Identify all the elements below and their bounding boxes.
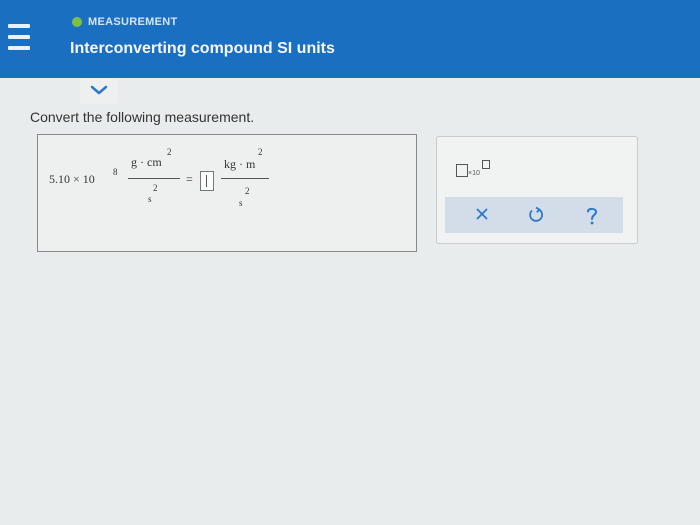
given-denominator-unit: s [148,194,152,204]
action-bar [445,197,623,233]
sci-notation-label: ×10 [468,170,480,177]
given-numerator-exponent: 2 [167,147,172,157]
coefficient: 5.10 × 10 [49,172,95,186]
answer-box [37,134,417,252]
topic-label: MEASUREMENT [88,16,178,28]
chevron-down-icon [90,85,108,95]
coefficient-exponent: 8 [113,167,118,177]
sci-notation-exponent-icon [482,160,490,169]
given-denominator-exponent: 2 [153,183,158,193]
collapse-button[interactable] [80,78,118,104]
question-prompt: Convert the following measurement. [30,109,255,125]
equals-sign: = [186,172,193,186]
topic-row: MEASUREMENT [72,16,177,28]
topic-status-dot [72,17,82,27]
help-question-icon[interactable] [585,206,599,226]
sci-notation-base-icon [456,164,468,177]
given-fraction-bar [128,178,180,179]
tool-panel: ×10 [436,136,638,244]
target-denominator-exponent: 2 [245,186,250,196]
hamburger-menu-icon[interactable] [8,24,30,50]
undo-icon[interactable] [527,206,545,224]
page-title: Interconverting compound SI units [70,40,335,57]
answer-input[interactable] [200,171,214,191]
target-fraction-bar [221,178,269,179]
target-numerator-exponent: 2 [258,147,263,157]
target-numerator-unit: kg · m [224,157,256,171]
scientific-notation-button[interactable]: ×10 [456,158,496,180]
target-denominator-unit: s [239,198,243,208]
header-bar: MEASUREMENT Interconverting compound SI … [0,0,700,78]
given-numerator-unit: g · cm [131,155,162,169]
close-icon[interactable] [474,206,490,222]
